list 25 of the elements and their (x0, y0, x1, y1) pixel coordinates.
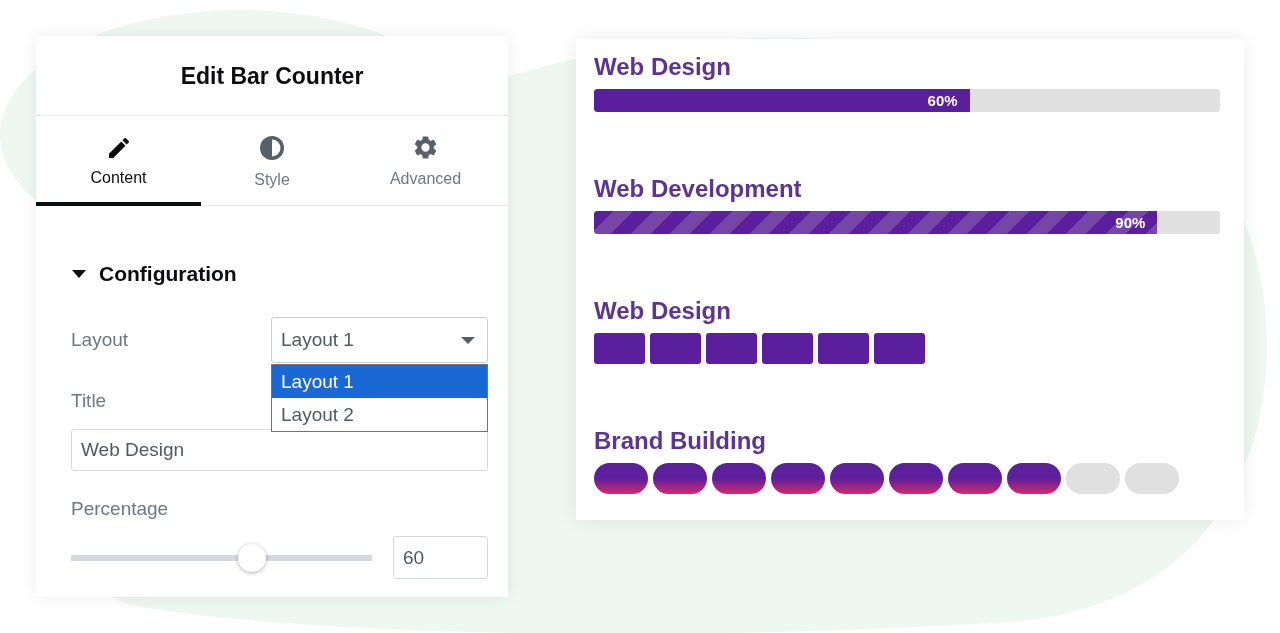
bar-title: Web Design (594, 53, 731, 81)
panel-title: Edit Bar Counter (180, 61, 364, 90)
tab[interactable]: Content (36, 116, 201, 206)
percentage-label: 60% (927, 92, 958, 109)
bar-title: Brand Building (594, 427, 766, 455)
dropdown-option[interactable]: Layout 1 (272, 365, 487, 398)
number-input[interactable]: 60 (393, 536, 488, 579)
field-label: Layout (71, 328, 130, 352)
percentage-label: 90% (1115, 214, 1146, 231)
field-label: Title (71, 389, 108, 413)
field-label: Percentage (71, 497, 170, 521)
tab[interactable]: Advanced (343, 116, 508, 206)
title-input[interactable]: Web Design (71, 429, 488, 471)
pencil-icon (108, 137, 129, 158)
section-toggle[interactable]: Configuration (71, 261, 237, 287)
caret-icon (461, 336, 475, 344)
dropdown-option[interactable]: Layout 2 (272, 398, 487, 431)
slider-thumb[interactable] (237, 543, 266, 572)
contrast-icon (260, 135, 284, 160)
tab[interactable]: Style (201, 116, 343, 206)
layout-select[interactable]: Layout 1 (271, 317, 488, 363)
caret-icon (72, 270, 86, 278)
bar-title: Web Design (594, 297, 731, 325)
settings-icon (414, 136, 437, 159)
bar-title: Web Development (594, 175, 802, 203)
